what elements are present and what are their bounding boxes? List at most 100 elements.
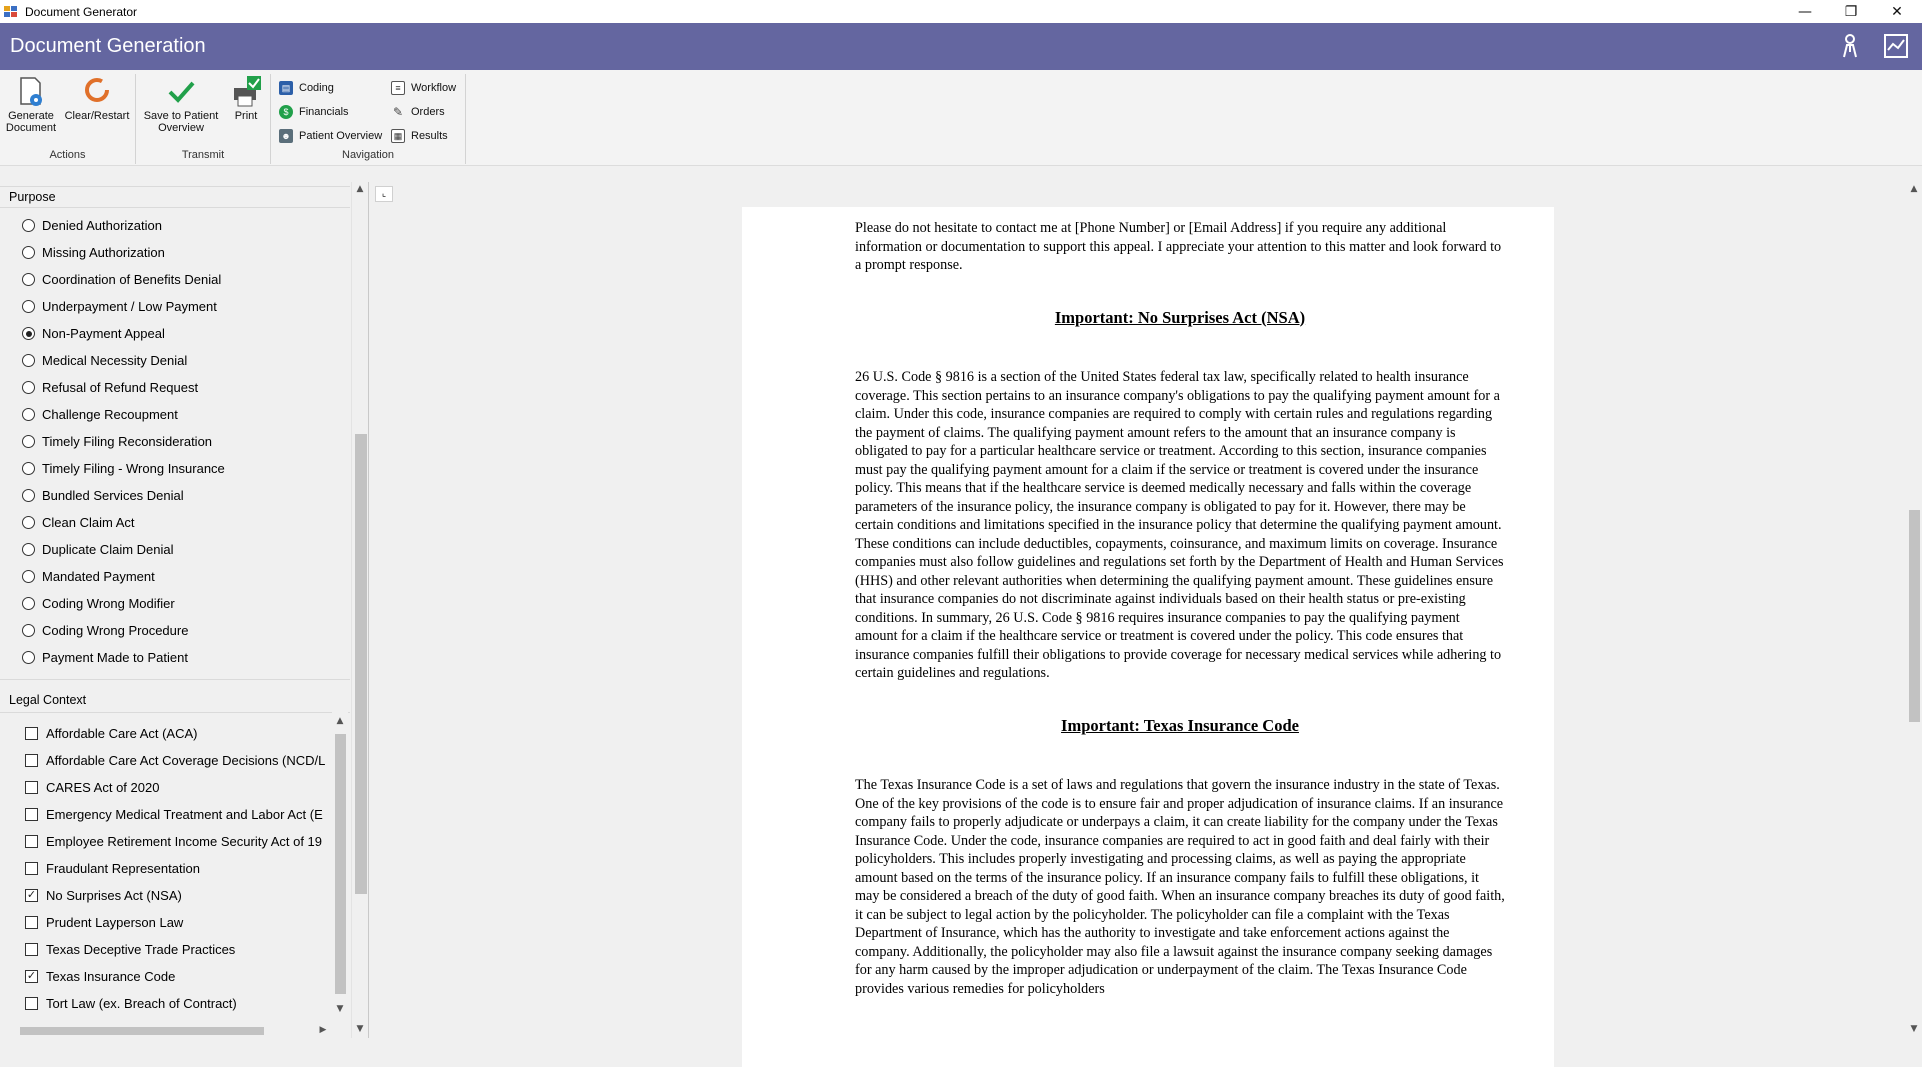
radio-button[interactable] (22, 246, 35, 259)
purpose-option[interactable]: Timely Filing - Wrong Insurance (22, 461, 225, 476)
legal-context-option[interactable]: Employee Retirement Income Security Act … (25, 834, 322, 849)
checkbox[interactable] (25, 862, 38, 875)
purpose-option[interactable]: Coding Wrong Modifier (22, 596, 175, 611)
save-to-patient-overview-button[interactable]: Save to Patient Overview (142, 76, 220, 134)
radio-button[interactable] (22, 300, 35, 313)
legal-context-option[interactable]: Emergency Medical Treatment and Labor Ac… (25, 807, 323, 822)
radio-button[interactable] (22, 570, 35, 583)
radio-button[interactable] (22, 381, 35, 394)
doc-scroll-down-arrow-icon[interactable]: ▼ (1907, 1024, 1921, 1034)
radio-button[interactable] (22, 435, 35, 448)
nav-orders[interactable]: ✎ Orders (391, 105, 445, 119)
patient-overview-icon: ☻ (279, 129, 293, 143)
scroll-down-arrow-icon[interactable]: ▼ (333, 1004, 347, 1014)
purpose-option[interactable]: Refusal of Refund Request (22, 380, 198, 395)
ribbon-group-actions: Generate Document Clear/Restart Actions (0, 74, 136, 164)
purpose-option[interactable]: Challenge Recoupment (22, 407, 178, 422)
nav-workflow[interactable]: ≡ Workflow (391, 81, 456, 95)
purpose-option[interactable]: Mandated Payment (22, 569, 155, 584)
radio-button[interactable] (22, 489, 35, 502)
radio-button[interactable] (22, 408, 35, 421)
purpose-option[interactable]: Bundled Services Denial (22, 488, 184, 503)
radio-button[interactable] (22, 597, 35, 610)
page-title: Document Generation (10, 35, 206, 57)
doc-scroll-up-arrow-icon[interactable]: ▲ (1907, 184, 1921, 194)
purpose-option[interactable]: Coding Wrong Procedure (22, 623, 188, 638)
print-button[interactable]: Print (224, 76, 268, 122)
radio-button[interactable] (22, 543, 35, 556)
purpose-option[interactable]: Denied Authorization (22, 218, 162, 233)
generate-document-icon (16, 76, 46, 108)
nav-coding[interactable]: ▤ Coding (279, 81, 334, 95)
radio-button[interactable] (22, 624, 35, 637)
purpose-option-label: Timely Filing Reconsideration (42, 434, 213, 449)
legal-context-option[interactable]: Tort Law (ex. Breach of Contract) (25, 996, 237, 1011)
legal-context-option[interactable]: Affordable Care Act (ACA) (25, 726, 198, 741)
legal-list-scroll-thumb[interactable] (335, 734, 346, 994)
checkbox[interactable] (25, 754, 38, 767)
purpose-option[interactable]: Medical Necessity Denial (22, 353, 187, 368)
legal-context-option[interactable]: Prudent Layperson Law (25, 915, 183, 930)
doc-paragraph-nsa: 26 U.S. Code § 9816 is a section of the … (855, 369, 1504, 681)
section-divider (0, 186, 350, 187)
legal-context-checklist: Affordable Care Act (ACA) Affordable Care… (0, 722, 332, 1022)
document-viewer: ⌞ Please do not hesitate to contact me a… (368, 182, 1922, 1067)
radio-button[interactable] (22, 327, 35, 340)
purpose-option[interactable]: Clean Claim Act (22, 515, 134, 530)
close-button[interactable]: ✕ (1874, 0, 1920, 23)
radio-button[interactable] (22, 651, 35, 664)
doc-scroll-thumb[interactable] (1909, 510, 1920, 722)
checkbox[interactable] (25, 916, 38, 929)
checkbox[interactable] (25, 781, 38, 794)
checkbox-checked[interactable]: ✓ (25, 970, 38, 983)
checkbox[interactable] (25, 727, 38, 740)
panel-scroll-up-arrow-icon[interactable]: ▲ (353, 184, 367, 194)
scroll-right-arrow-icon[interactable]: ▶ (316, 1025, 330, 1035)
user-badge-icon[interactable] (1836, 32, 1864, 60)
radio-button[interactable] (22, 273, 35, 286)
radio-button[interactable] (22, 516, 35, 529)
panel-scroll-down-arrow-icon[interactable]: ▼ (353, 1024, 367, 1034)
legal-context-option[interactable]: Fraudulant Representation (25, 861, 200, 876)
radio-button[interactable] (22, 219, 35, 232)
clear-restart-button[interactable]: Clear/Restart (62, 76, 132, 122)
purpose-option[interactable]: Timely Filing Reconsideration (22, 434, 212, 449)
purpose-option[interactable]: Underpayment / Low Payment (22, 299, 217, 314)
checkbox[interactable] (25, 808, 38, 821)
generate-document-button[interactable]: Generate Document (5, 76, 57, 134)
nav-patient-overview[interactable]: ☻ Patient Overview (279, 129, 382, 143)
purpose-option[interactable]: Duplicate Claim Denial (22, 542, 174, 557)
minimize-button[interactable]: — (1782, 0, 1828, 23)
radio-button[interactable] (22, 462, 35, 475)
legal-list-scrollbar[interactable]: ▲ ▼ (332, 712, 348, 1020)
purpose-option[interactable]: Non-Payment Appeal (22, 326, 165, 341)
nav-results[interactable]: ▦ Results (391, 129, 448, 143)
ribbon-group-label-navigation: Navigation (342, 149, 394, 161)
document-scrollbar[interactable]: ▲ ▼ (1905, 182, 1922, 1038)
purpose-option[interactable]: Payment Made to Patient (22, 650, 188, 665)
nav-financials[interactable]: $ Financials (279, 105, 349, 119)
radio-button[interactable] (22, 354, 35, 367)
legal-context-option[interactable]: Affordable Care Act Coverage Decisions (… (25, 753, 325, 768)
legal-context-option[interactable]: CARES Act of 2020 (25, 780, 159, 795)
orders-icon: ✎ (392, 105, 404, 119)
legal-context-option[interactable]: ✓ Texas Insurance Code (25, 969, 175, 984)
checkbox[interactable] (25, 835, 38, 848)
chart-icon[interactable] (1882, 32, 1910, 60)
purpose-option[interactable]: Coordination of Benefits Denial (22, 272, 221, 287)
legal-context-option[interactable]: ✓ No Surprises Act (NSA) (25, 888, 182, 903)
hscroll-thumb[interactable] (20, 1027, 264, 1035)
restore-button[interactable]: ❐ (1828, 0, 1874, 23)
scroll-up-arrow-icon[interactable]: ▲ (333, 716, 347, 726)
checkbox-checked[interactable]: ✓ (25, 889, 38, 902)
purpose-option[interactable]: Missing Authorization (22, 245, 165, 260)
checkbox[interactable] (25, 943, 38, 956)
options-panel-scrollbar[interactable]: ▲ ▼ (351, 182, 368, 1038)
checkbox[interactable] (25, 997, 38, 1010)
legal-list-hscrollbar[interactable]: ▶ (0, 1024, 332, 1038)
nav-financials-label: Financials (299, 106, 349, 118)
legal-context-label: Affordable Care Act (ACA) (46, 726, 198, 741)
document-page[interactable]: Please do not hesitate to contact me at … (742, 207, 1554, 1067)
panel-scroll-thumb[interactable] (355, 434, 367, 894)
legal-context-option[interactable]: Texas Deceptive Trade Practices (25, 942, 235, 957)
